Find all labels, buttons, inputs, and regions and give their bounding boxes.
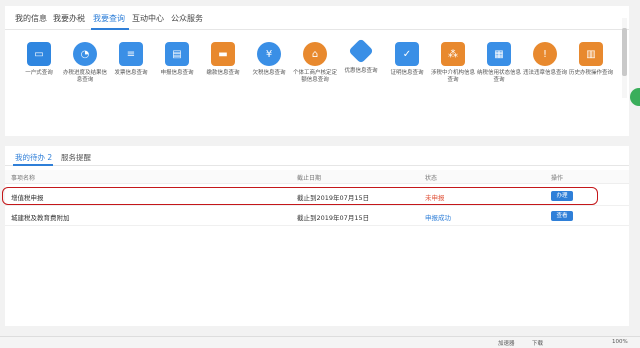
service-item[interactable]: ▦ 纳税信用状态信息查询 (477, 42, 521, 84)
service-label: 个体工商户核定定额信息查询 (293, 70, 338, 83)
service-item[interactable]: ⌂ 个体工商户核定定额信息查询 (293, 42, 337, 84)
service-item[interactable]: ¥ 欠税信息查询 (247, 42, 291, 77)
service-item[interactable]: ▥ 历史办税操作查询 (569, 42, 613, 77)
active-tab-indicator (13, 164, 53, 166)
item-name: 城建税及教育费附加 (11, 214, 70, 222)
service-label: 一户式查询 (25, 70, 53, 76)
service-label: 违法违章信息查询 (523, 70, 568, 76)
floating-assistant-button[interactable] (630, 88, 640, 106)
service-label: 历史办税操作查询 (569, 70, 614, 76)
download-button[interactable]: 下载 (532, 339, 543, 347)
tab-interaction-center[interactable]: 互动中心 (132, 13, 164, 24)
zoom-level[interactable]: 100% (612, 339, 628, 345)
header-deadline: 截止日期 (297, 175, 322, 182)
wallet-icon: ▬ (211, 42, 235, 66)
status-badge: 申报成功 (425, 214, 451, 222)
query-services: ▭ 一户式查询 ◔ 办税进度及结果信息查询 ≡ 发票信息查询 ▤ 申报信息查询 … (5, 38, 629, 102)
declare-icon: ▤ (165, 42, 189, 66)
active-tab-indicator (91, 28, 129, 30)
todo-panel: 我的待办 2 服务提醒 事项名称 截止日期 状态 操作 增值税申报 截止到201… (5, 146, 629, 326)
certificate-icon: ✓ (395, 42, 419, 66)
table-header: 事项名称 截止日期 状态 操作 (5, 170, 629, 184)
scrollbar-thumb[interactable] (622, 28, 627, 76)
service-label: 办税进度及结果信息查询 (63, 70, 108, 83)
query-panel: 我的信息 我要办税 我要查询 互动中心 公众服务 ▭ 一户式查询 ◔ 办税进度及… (5, 6, 629, 136)
service-label: 纳税信用状态信息查询 (477, 70, 522, 83)
yen-icon: ¥ (257, 42, 281, 66)
service-label: 证明信息查询 (390, 70, 424, 76)
history-icon: ▥ (579, 42, 603, 66)
service-label: 申报信息查询 (160, 70, 194, 76)
service-item[interactable]: ▭ 一户式查询 (17, 42, 61, 77)
service-item[interactable]: ! 违法违章信息查询 (523, 42, 567, 77)
network-icon: ⁂ (441, 42, 465, 66)
todo-tab-bar: 我的待办 2 服务提醒 (5, 146, 629, 166)
tab-my-todo[interactable]: 我的待办 2 (15, 152, 52, 163)
item-deadline: 截止到2019年07月15日 (297, 214, 370, 222)
shop-icon: ⌂ (303, 42, 327, 66)
service-label: 优惠信息查询 (344, 68, 378, 74)
service-label: 欠税信息查询 (252, 70, 286, 76)
tab-tax-handling[interactable]: 我要办税 (53, 13, 85, 24)
service-item[interactable]: ⁂ 涉税中介机构信息查询 (431, 42, 475, 84)
browser-page: 我的信息 我要办税 我要查询 互动中心 公众服务 ▭ 一户式查询 ◔ 办税进度及… (0, 0, 640, 348)
main-tab-bar: 我的信息 我要办税 我要查询 互动中心 公众服务 (5, 6, 629, 30)
service-item[interactable]: ≡ 发票信息查询 (109, 42, 153, 77)
accelerator-button[interactable]: 加速器 (498, 339, 515, 347)
tab-query[interactable]: 我要查询 (93, 13, 125, 24)
tab-service-reminder[interactable]: 服务提醒 (61, 152, 91, 163)
monitor-icon: ▭ (27, 42, 51, 66)
table-row: 城建税及教育费附加 截止到2019年07月15日 申报成功 查看 (5, 206, 629, 226)
service-label: 涉税中介机构信息查询 (431, 70, 476, 83)
view-button[interactable]: 查看 (551, 211, 573, 221)
service-item[interactable]: ✓ 证明信息查询 (385, 42, 429, 77)
service-item[interactable]: 优惠信息查询 (339, 38, 383, 75)
header-action: 操作 (551, 175, 564, 182)
tab-my-info[interactable]: 我的信息 (15, 13, 47, 24)
service-item[interactable]: ◔ 办税进度及结果信息查询 (63, 42, 107, 84)
annotation-highlight (2, 187, 598, 205)
header-status: 状态 (425, 175, 438, 182)
invoice-icon: ≡ (119, 42, 143, 66)
tab-public-service[interactable]: 公众服务 (171, 13, 203, 24)
credit-icon: ▦ (487, 42, 511, 66)
browser-status-bar: 加速器 下载 100% (0, 336, 640, 348)
header-item-name: 事项名称 (11, 175, 36, 182)
tag-icon (348, 38, 374, 64)
service-label: 缴款信息查询 (206, 70, 240, 76)
service-item[interactable]: ▤ 申报信息查询 (155, 42, 199, 77)
violation-icon: ! (533, 42, 557, 66)
pie-chart-icon: ◔ (73, 42, 97, 66)
service-label: 发票信息查询 (114, 70, 148, 76)
service-item[interactable]: ▬ 缴款信息查询 (201, 42, 245, 77)
